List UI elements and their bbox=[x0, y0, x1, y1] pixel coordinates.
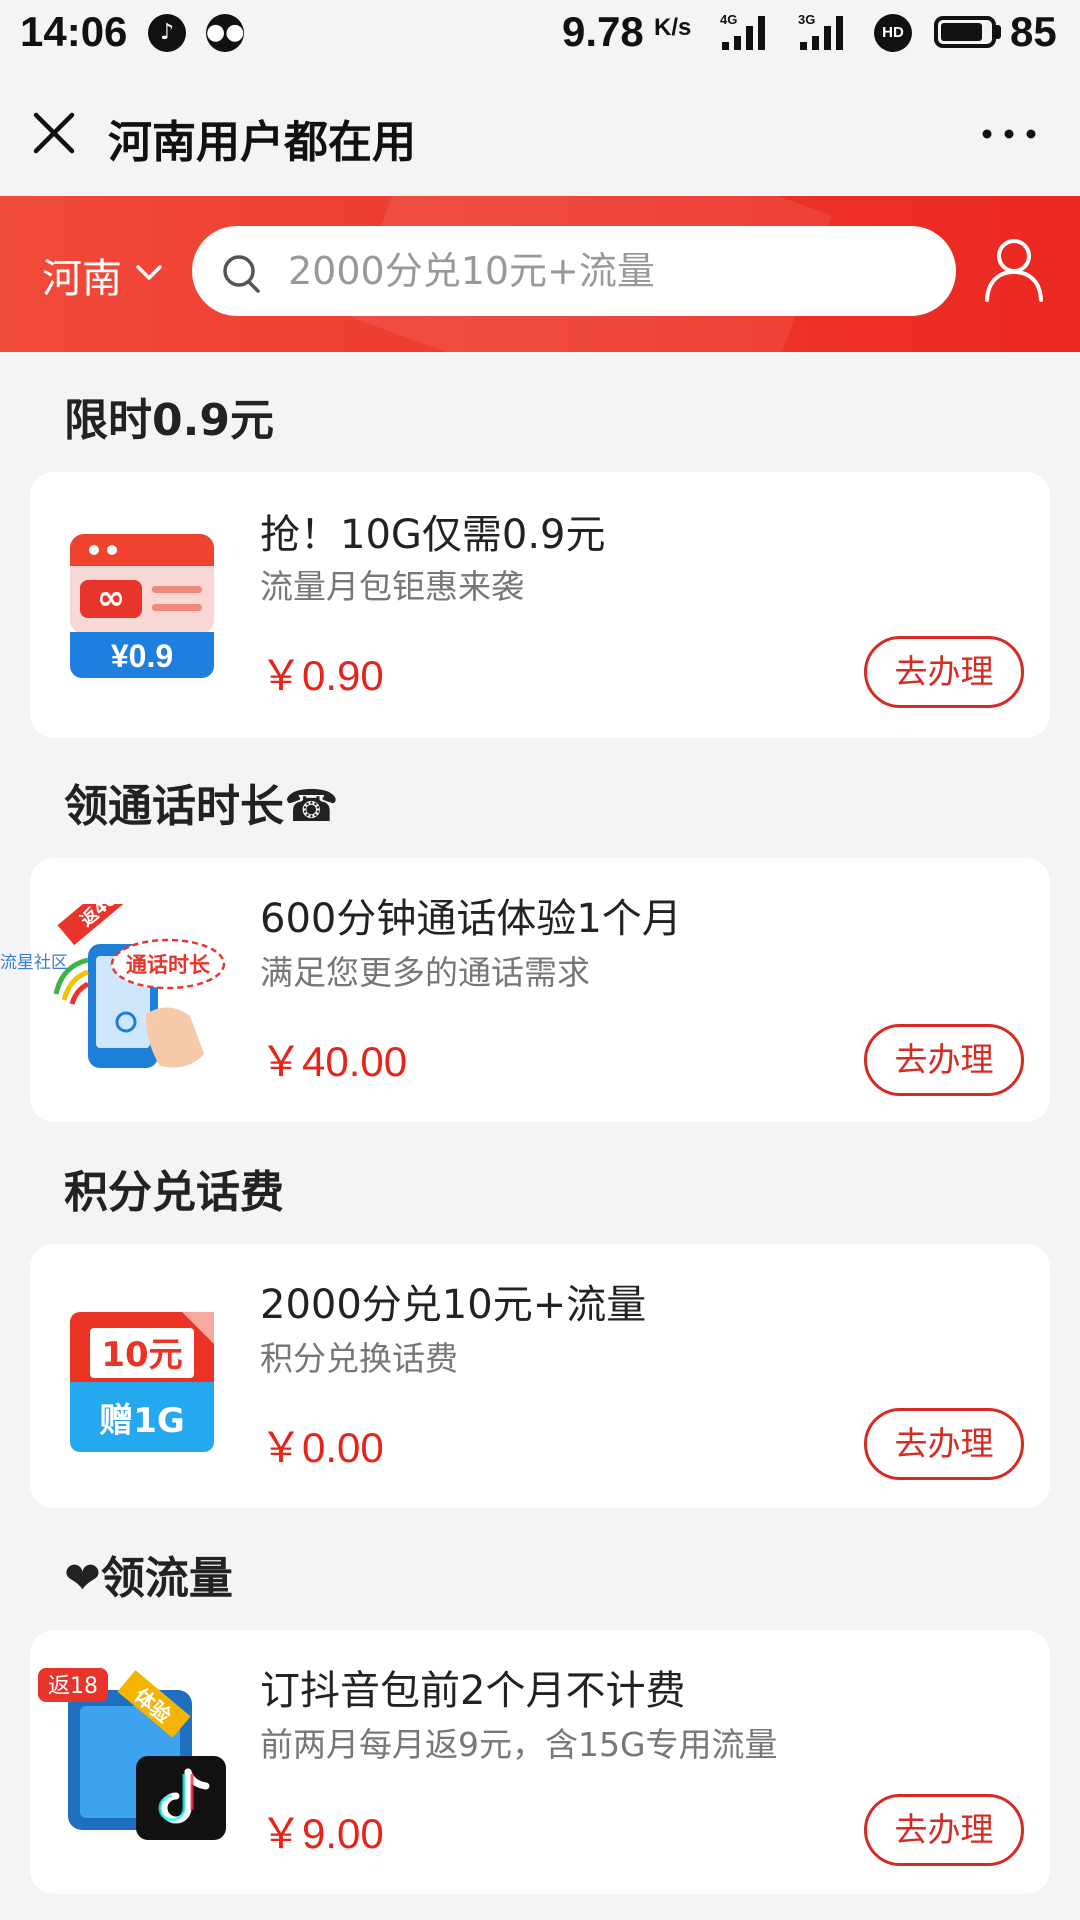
chat-notification-icon: ●● bbox=[206, 14, 244, 52]
svg-text:返40元: 返40元 bbox=[77, 904, 134, 931]
section-title-call-minutes: 领通话时长☎ bbox=[64, 781, 339, 832]
douyin-pack-image: 体验 返18 bbox=[38, 1662, 230, 1842]
apply-button[interactable]: 去办理 bbox=[864, 636, 1024, 708]
card-title: 抢！10G仅需0.9元 bbox=[260, 512, 606, 558]
card-title: 2000分兑10元+流量 bbox=[260, 1282, 647, 1328]
product-card-call-minutes[interactable]: 通话时长 返40元 600分钟通话体验1个月 满足您更多的通话需求 ￥40.00… bbox=[30, 858, 1050, 1122]
points-exchange-image: 10元 赠1G bbox=[64, 1302, 220, 1458]
page-title: 河南用户都在用 bbox=[108, 117, 416, 168]
data-pack-image: ∞ ¥0.9 bbox=[64, 528, 220, 684]
chevron-down-icon[interactable] bbox=[134, 258, 164, 288]
hd-voice-icon: HD bbox=[874, 14, 912, 52]
close-icon bbox=[33, 112, 75, 154]
battery-percent: 85 bbox=[1010, 8, 1057, 55]
card-subtitle: 满足您更多的通话需求 bbox=[260, 953, 590, 992]
title-bar: 河南用户都在用 bbox=[0, 66, 1080, 196]
card-title: 600分钟通话体验1个月 bbox=[260, 896, 682, 942]
product-card-douyin-pack[interactable]: 体验 返18 订抖音包前2个月不计费 前两月每月返9元，含15G专用流量 ￥9.… bbox=[30, 1630, 1050, 1894]
province-selector[interactable]: 河南 bbox=[42, 246, 122, 304]
svg-text:赠1G: 赠1G bbox=[99, 1401, 185, 1441]
card-price: ￥0.90 bbox=[260, 652, 384, 699]
apply-button[interactable]: 去办理 bbox=[864, 1408, 1024, 1480]
status-time: 14:06 bbox=[20, 8, 128, 55]
card-subtitle: 前两月每月返9元，含15G专用流量 bbox=[260, 1725, 778, 1764]
call-minutes-image: 通话时长 返40元 bbox=[48, 860, 228, 1074]
svg-text:∞: ∞ bbox=[97, 578, 125, 618]
apply-button[interactable]: 去办理 bbox=[864, 1794, 1024, 1866]
search-box[interactable] bbox=[192, 226, 956, 316]
status-bar: 14:06 ♪ ●● 9.78 K/s 4G 3G HD 85 bbox=[0, 0, 1080, 66]
user-icon bbox=[985, 239, 1043, 302]
watermark-text: 流星社区 bbox=[0, 953, 68, 973]
battery-icon bbox=[934, 16, 996, 48]
battery-tip bbox=[996, 25, 1001, 39]
product-card-data-pack[interactable]: ∞ ¥0.9 抢！10G仅需0.9元 流量月包钜惠来袭 ￥0.90 去办理 bbox=[30, 472, 1050, 738]
card-subtitle: 流量月包钜惠来袭 bbox=[260, 567, 524, 606]
product-card-points-exchange[interactable]: 10元 赠1G 2000分兑10元+流量 积分兑换话费 ￥0.00 去办理 bbox=[30, 1244, 1050, 1508]
network-speed: 9.78 bbox=[562, 8, 644, 55]
more-dots-icon bbox=[982, 129, 1036, 139]
svg-text:通话时长: 通话时长 bbox=[126, 953, 211, 977]
svg-text:返18: 返18 bbox=[48, 1674, 98, 1699]
search-icon bbox=[223, 255, 260, 293]
card-price: ￥0.00 bbox=[260, 1424, 384, 1471]
card-subtitle: 积分兑换话费 bbox=[260, 1339, 458, 1378]
user-center-button[interactable] bbox=[982, 234, 1046, 306]
card-price: ￥9.00 bbox=[260, 1810, 384, 1857]
close-button[interactable] bbox=[26, 105, 82, 161]
signal-3g-icon: 3G bbox=[798, 12, 850, 52]
more-menu-button[interactable] bbox=[974, 116, 1044, 152]
section-title-points-exchange: 积分兑话费 bbox=[64, 1167, 284, 1218]
app-notification-icon: ♪ bbox=[148, 14, 186, 52]
section-title-get-data: ❤领流量 bbox=[64, 1553, 233, 1604]
section-title-limited-offer: 限时0.9元 bbox=[64, 395, 274, 446]
signal-4g-icon: 4G bbox=[720, 12, 772, 52]
search-header: 河南 bbox=[0, 196, 1080, 352]
svg-text:10元: 10元 bbox=[101, 1335, 182, 1375]
card-price: ￥40.00 bbox=[260, 1038, 408, 1085]
search-input[interactable] bbox=[288, 226, 928, 316]
card-title: 订抖音包前2个月不计费 bbox=[260, 1668, 686, 1714]
svg-text:¥0.9: ¥0.9 bbox=[111, 638, 173, 674]
battery-level-fill bbox=[941, 23, 982, 41]
network-speed-unit: K/s bbox=[654, 14, 692, 41]
apply-button[interactable]: 去办理 bbox=[864, 1024, 1024, 1096]
